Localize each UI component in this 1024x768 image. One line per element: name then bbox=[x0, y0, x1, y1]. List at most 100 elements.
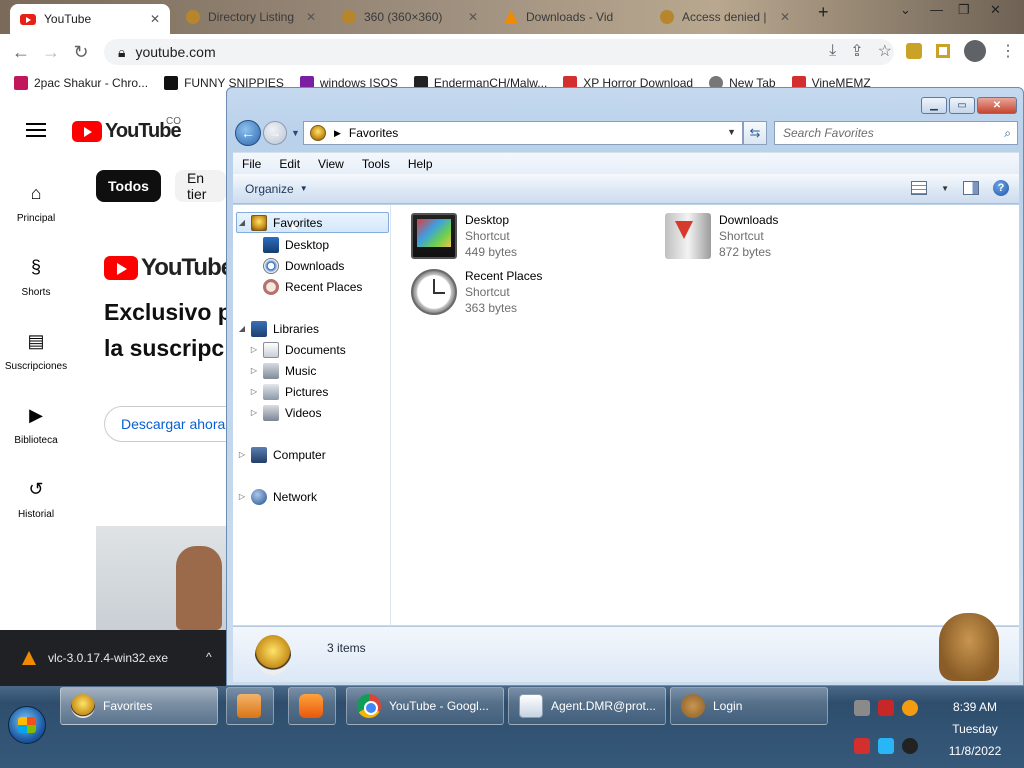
tray-app-icon[interactable] bbox=[878, 700, 894, 716]
menu-view[interactable]: View bbox=[309, 157, 353, 171]
close-tab-icon[interactable]: ✕ bbox=[780, 10, 790, 24]
bookmark-item[interactable]: 2pac Shakur - Chro... bbox=[14, 76, 148, 90]
bookmark-star-icon[interactable]: ☆ bbox=[878, 41, 892, 61]
nav-item-pictures[interactable]: ▷ Pictures bbox=[249, 381, 328, 402]
expand-arrow-icon[interactable]: ▷ bbox=[249, 387, 259, 396]
maximize-window-icon[interactable]: ▭ bbox=[949, 97, 975, 114]
tab-youtube[interactable]: YouTube ✕ bbox=[10, 4, 170, 34]
taskbar-button-login[interactable]: Login bbox=[670, 687, 828, 725]
close-window-icon[interactable]: ✕ bbox=[977, 97, 1017, 114]
tray-network-icon[interactable] bbox=[854, 700, 870, 716]
address-history-chevron-icon[interactable]: ▼ bbox=[727, 127, 736, 137]
chip-all[interactable]: Todos bbox=[96, 170, 161, 202]
collapse-arrow-icon[interactable]: ◢ bbox=[237, 218, 247, 227]
tab-directory-listing[interactable]: Directory Listing ✕ bbox=[176, 3, 326, 31]
tab-360-image[interactable]: 360 (360×360) ✕ bbox=[332, 3, 488, 31]
minimize-browser-icon[interactable]: — bbox=[930, 2, 943, 17]
explorer-forward-icon[interactable]: → bbox=[263, 121, 287, 145]
breadcrumb-separator-icon[interactable]: ▶ bbox=[334, 128, 341, 139]
sidebar-item-home[interactable]: ⌂ Principal bbox=[0, 178, 72, 252]
sidebar-item-library[interactable]: ▶ Biblioteca bbox=[0, 400, 72, 474]
download-now-button[interactable]: Descargar ahora bbox=[104, 406, 226, 442]
taskbar-button-favorites[interactable]: Favorites bbox=[60, 687, 218, 725]
close-tab-icon[interactable]: ✕ bbox=[306, 10, 316, 24]
videos-icon bbox=[263, 404, 279, 421]
install-app-icon[interactable]: ⤓ bbox=[829, 42, 836, 60]
menu-edit[interactable]: Edit bbox=[270, 157, 309, 171]
back-arrow-icon[interactable]: ← bbox=[6, 42, 36, 63]
favorites-star-icon bbox=[310, 125, 326, 141]
youtube-logo[interactable]: YouTube CO bbox=[72, 116, 182, 143]
menu-help[interactable]: Help bbox=[399, 157, 442, 171]
explorer-address-bar[interactable]: ▶ Favorites ▼ bbox=[303, 121, 743, 145]
change-view-icon[interactable] bbox=[911, 181, 928, 195]
address-bar[interactable]: 🔒︎ youtube.com bbox=[104, 39, 894, 65]
refresh-icon[interactable]: ⇆ bbox=[743, 121, 767, 145]
new-tab-button[interactable]: + bbox=[818, 2, 829, 23]
menu-tools[interactable]: Tools bbox=[353, 157, 399, 171]
restore-browser-icon[interactable]: ❐ bbox=[958, 2, 970, 18]
organize-button[interactable]: Organize ▼ bbox=[245, 182, 308, 196]
taskbar-button-uc-browser[interactable] bbox=[288, 687, 336, 725]
tab-downloads-video[interactable]: Downloads - Vid bbox=[494, 3, 644, 31]
taskbar-button-chrome[interactable]: YouTube - Googl... bbox=[346, 687, 504, 725]
action-center-flag-icon[interactable] bbox=[854, 738, 870, 754]
expand-arrow-icon[interactable]: ▷ bbox=[249, 345, 259, 354]
sidebar-item-subscriptions[interactable]: ▤ Suscripciones bbox=[0, 326, 72, 400]
tab-search-chevron-icon[interactable]: ⌄ bbox=[900, 2, 911, 18]
breadcrumb-favorites[interactable]: Favorites bbox=[349, 126, 398, 140]
nav-item-favorites[interactable]: ◢ Favorites bbox=[236, 212, 389, 233]
share-icon[interactable]: ⇪ bbox=[850, 41, 863, 61]
extensions-puzzle-icon[interactable] bbox=[906, 43, 922, 59]
nav-item-libraries[interactable]: ◢ Libraries bbox=[237, 318, 319, 339]
tray-display-icon[interactable] bbox=[878, 738, 894, 754]
expand-arrow-icon[interactable]: ▷ bbox=[249, 408, 259, 417]
file-type: Shortcut bbox=[465, 285, 510, 299]
file-item-recent-places[interactable]: Recent Places Shortcut 363 bytes bbox=[411, 269, 542, 315]
expand-arrow-icon[interactable]: ▷ bbox=[249, 366, 259, 375]
expand-arrow-icon[interactable]: ▷ bbox=[237, 450, 247, 459]
taskbar-button-agent-dmr[interactable]: Agent.DMR@prot... bbox=[508, 687, 666, 725]
file-item-downloads[interactable]: Downloads Shortcut 872 bytes bbox=[665, 213, 778, 259]
recent-pages-chevron-icon[interactable]: ▼ bbox=[291, 128, 300, 138]
explorer-back-icon[interactable]: ← bbox=[235, 120, 261, 146]
chip-trending[interactable]: En tier bbox=[174, 170, 226, 202]
minimize-window-icon[interactable]: ▁ bbox=[921, 97, 947, 114]
view-options-chevron-icon[interactable]: ▼ bbox=[941, 184, 949, 193]
tab-access-denied[interactable]: Access denied | ✕ bbox=[650, 3, 800, 31]
forward-arrow-icon[interactable]: → bbox=[36, 42, 66, 63]
nav-item-documents[interactable]: ▷ Documents bbox=[249, 339, 346, 360]
sidebar-item-shorts[interactable]: § Shorts bbox=[0, 252, 72, 326]
sidebar-item-history[interactable]: ↺ Historial bbox=[0, 474, 72, 548]
download-options-chevron-icon[interactable]: ^ bbox=[206, 650, 212, 664]
collapse-arrow-icon[interactable]: ◢ bbox=[237, 324, 247, 333]
nav-item-music[interactable]: ▷ Music bbox=[249, 360, 316, 381]
help-icon[interactable]: ? bbox=[993, 180, 1009, 196]
chrome-menu-icon[interactable]: ⋮ bbox=[1000, 41, 1016, 61]
hamburger-menu-icon[interactable] bbox=[26, 123, 46, 141]
close-browser-icon[interactable]: ✕ bbox=[990, 2, 1001, 18]
menu-file[interactable]: File bbox=[233, 157, 270, 171]
download-filename[interactable]: vlc-3.0.17.4-win32.exe bbox=[48, 651, 168, 665]
nav-item-desktop[interactable]: Desktop bbox=[259, 234, 329, 255]
nav-item-videos[interactable]: ▷ Videos bbox=[249, 402, 321, 423]
nav-item-downloads[interactable]: Downloads bbox=[259, 255, 344, 276]
file-item-desktop[interactable]: Desktop Shortcut 449 bytes bbox=[411, 213, 517, 259]
reload-icon[interactable]: ↻ bbox=[66, 42, 96, 63]
close-tab-icon[interactable]: ✕ bbox=[468, 10, 478, 24]
expand-arrow-icon[interactable]: ▷ bbox=[237, 492, 247, 501]
nav-item-network[interactable]: ▷ Network bbox=[237, 486, 317, 507]
search-icon[interactable]: ⌕ bbox=[1004, 126, 1011, 141]
close-tab-icon[interactable]: ✕ bbox=[150, 12, 160, 26]
taskbar-button-media-player[interactable] bbox=[226, 687, 274, 725]
search-input[interactable]: Search Favorites ⌕ bbox=[774, 121, 1018, 145]
side-panel-icon[interactable] bbox=[936, 44, 950, 58]
nav-item-computer[interactable]: ▷ Computer bbox=[237, 444, 326, 465]
nav-item-recent-places[interactable]: Recent Places bbox=[259, 276, 362, 297]
profile-avatar-icon[interactable] bbox=[964, 40, 986, 62]
start-button[interactable] bbox=[8, 706, 46, 744]
system-clock[interactable]: 8:39 AM Tuesday 11/8/2022 bbox=[930, 696, 1020, 762]
volume-icon[interactable] bbox=[902, 738, 918, 754]
tray-search-icon[interactable] bbox=[902, 700, 918, 716]
preview-pane-icon[interactable] bbox=[963, 181, 979, 195]
